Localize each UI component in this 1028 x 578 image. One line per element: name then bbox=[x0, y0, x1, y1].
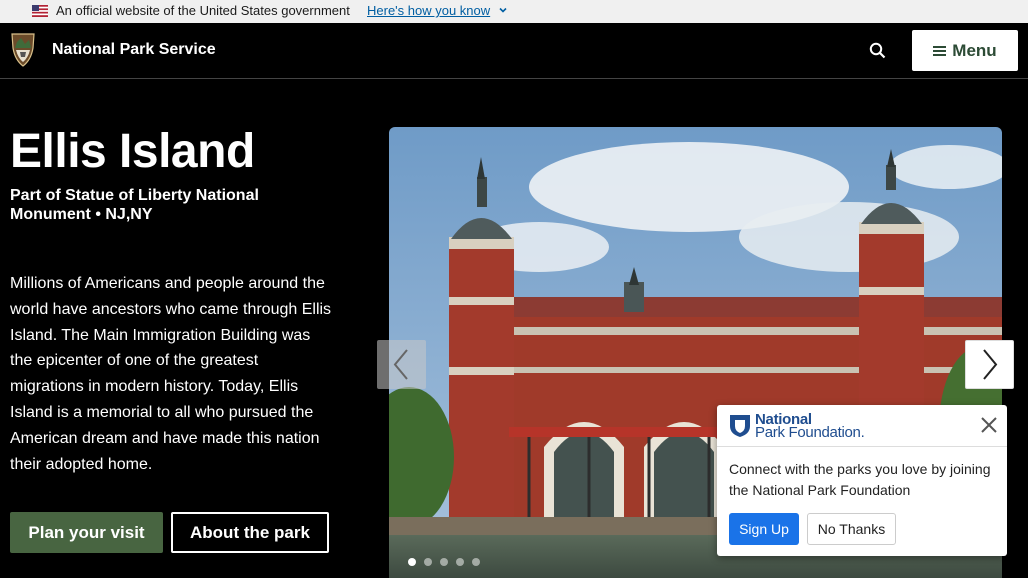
hamburger-icon bbox=[933, 45, 947, 56]
close-icon[interactable] bbox=[979, 415, 999, 435]
carousel-dot[interactable] bbox=[456, 558, 464, 566]
chevron-right-icon bbox=[983, 349, 998, 380]
site-brand[interactable]: National Park Service bbox=[52, 41, 216, 59]
carousel-prev-button[interactable] bbox=[377, 340, 426, 389]
popup-message: Connect with the parks you love by joini… bbox=[729, 461, 991, 498]
carousel-dot[interactable] bbox=[408, 558, 416, 566]
about-park-button[interactable]: About the park bbox=[171, 512, 329, 553]
sign-up-button[interactable]: Sign Up bbox=[729, 513, 799, 545]
npf-popup: National Park Foundation. Connect with t… bbox=[717, 405, 1007, 556]
plan-visit-button[interactable]: Plan your visit bbox=[10, 512, 163, 553]
carousel-dot[interactable] bbox=[472, 558, 480, 566]
park-subtitle: Part of Statue of Liberty National Monum… bbox=[10, 187, 259, 223]
how-you-know-link[interactable]: Here's how you know bbox=[367, 3, 490, 18]
site-header: National Park Service Menu bbox=[0, 23, 1028, 79]
page-title: Ellis Island bbox=[10, 125, 255, 178]
shield-icon bbox=[730, 415, 750, 437]
park-description: Millions of Americans and people around … bbox=[10, 275, 332, 473]
carousel-next-button[interactable] bbox=[965, 340, 1014, 389]
npf-logo: National Park Foundation. bbox=[729, 412, 865, 441]
official-site-text: An official website of the United States… bbox=[56, 3, 350, 18]
npf-logo-line2: Park Foundation. bbox=[755, 424, 865, 441]
popup-divider bbox=[717, 446, 1007, 447]
chevron-down-icon[interactable] bbox=[498, 5, 508, 15]
no-thanks-button[interactable]: No Thanks bbox=[807, 513, 896, 545]
gov-banner: An official website of the United States… bbox=[0, 0, 1028, 23]
us-flag-icon bbox=[32, 5, 48, 17]
search-icon[interactable] bbox=[866, 39, 890, 63]
menu-label: Menu bbox=[952, 40, 997, 60]
carousel-dot[interactable] bbox=[424, 558, 432, 566]
nps-arrowhead-logo[interactable] bbox=[9, 32, 37, 67]
carousel-dot[interactable] bbox=[440, 558, 448, 566]
menu-button[interactable]: Menu bbox=[912, 30, 1018, 71]
chevron-left-icon bbox=[393, 349, 408, 380]
carousel-dots bbox=[408, 558, 480, 566]
